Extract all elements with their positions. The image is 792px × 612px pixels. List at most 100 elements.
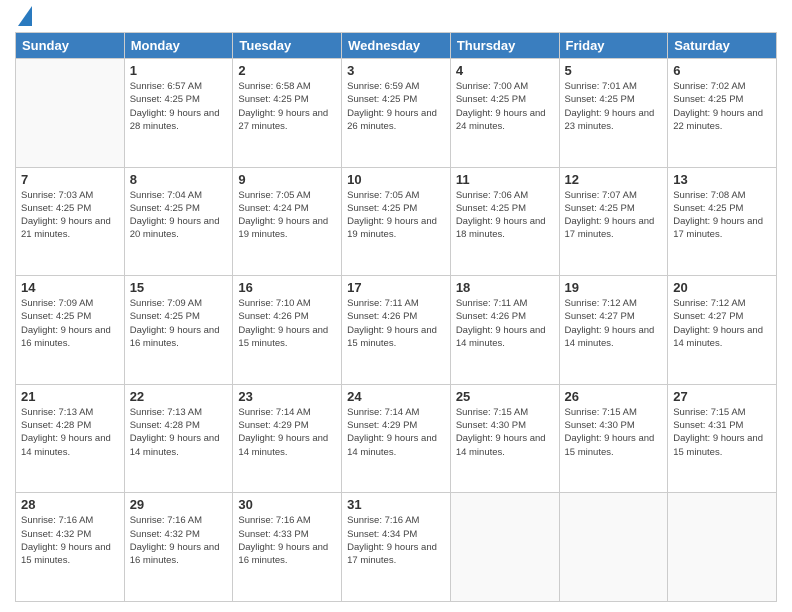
day-number: 27: [673, 389, 771, 404]
calendar-cell: 30Sunrise: 7:16 AMSunset: 4:33 PMDayligh…: [233, 493, 342, 602]
day-info: Sunrise: 7:00 AMSunset: 4:25 PMDaylight:…: [456, 80, 554, 133]
day-number: 15: [130, 280, 228, 295]
day-number: 14: [21, 280, 119, 295]
day-number: 11: [456, 172, 554, 187]
calendar-cell: 13 Sunrise: 7:08 AMSunset: 4:25 PMDayligh…: [668, 167, 777, 276]
day-info: Sunrise: 7:01 AMSunset: 4:25 PMDaylight:…: [565, 80, 663, 133]
day-info: Sunrise: 7:11 AMSunset: 4:26 PMDaylight:…: [347, 297, 445, 350]
day-number: 7: [21, 172, 119, 187]
day-info: Sunrise: 7:08 AMSunset: 4:25 PMDaylight:…: [673, 189, 771, 242]
calendar-cell: 23 Sunrise: 7:14 AMSunset: 4:29 PMDayligh…: [233, 384, 342, 493]
day-number: 18: [456, 280, 554, 295]
calendar-cell: 18 Sunrise: 7:11 AMSunset: 4:26 PMDayligh…: [450, 276, 559, 385]
calendar-cell: 6 Sunrise: 7:02 AMSunset: 4:25 PMDaylight…: [668, 59, 777, 168]
day-number: 24: [347, 389, 445, 404]
day-number: 4: [456, 63, 554, 78]
day-number: 1: [130, 63, 228, 78]
day-info: Sunrise: 7:05 AMSunset: 4:24 PMDaylight:…: [238, 189, 336, 242]
day-info: Sunrise: 6:57 AMSunset: 4:25 PMDaylight:…: [130, 80, 228, 133]
calendar-cell: 20 Sunrise: 7:12 AMSunset: 4:27 PMDayligh…: [668, 276, 777, 385]
calendar-cell: 5Sunrise: 7:01 AMSunset: 4:25 PMDaylight…: [559, 59, 668, 168]
calendar-cell: 11Sunrise: 7:06 AMSunset: 4:25 PMDayligh…: [450, 167, 559, 276]
day-info: Sunrise: 7:09 AMSunset: 4:25 PMDaylight:…: [21, 297, 119, 350]
day-number: 28: [21, 497, 119, 512]
day-info: Sunrise: 7:12 AMSunset: 4:27 PMDaylight:…: [673, 297, 771, 350]
day-info: Sunrise: 7:04 AMSunset: 4:25 PMDaylight:…: [130, 189, 228, 242]
calendar-cell: [450, 493, 559, 602]
day-number: 29: [130, 497, 228, 512]
calendar-cell: 31 Sunrise: 7:16 AMSunset: 4:34 PMDayligh…: [342, 493, 451, 602]
calendar-cell: 7 Sunrise: 7:03 AMSunset: 4:25 PMDaylight…: [16, 167, 125, 276]
day-info: Sunrise: 7:14 AMSunset: 4:29 PMDaylight:…: [238, 406, 336, 459]
weekday-header-sunday: Sunday: [16, 33, 125, 59]
day-info: Sunrise: 7:15 AMSunset: 4:30 PMDaylight:…: [565, 406, 663, 459]
day-info: Sunrise: 7:05 AMSunset: 4:25 PMDaylight:…: [347, 189, 445, 242]
calendar-cell: 10 Sunrise: 7:05 AMSunset: 4:25 PMDayligh…: [342, 167, 451, 276]
day-info: Sunrise: 7:03 AMSunset: 4:25 PMDaylight:…: [21, 189, 119, 242]
calendar-cell: 2 Sunrise: 6:58 AMSunset: 4:25 PMDaylight…: [233, 59, 342, 168]
weekday-header-thursday: Thursday: [450, 33, 559, 59]
day-number: 13: [673, 172, 771, 187]
day-info: Sunrise: 7:10 AMSunset: 4:26 PMDaylight:…: [238, 297, 336, 350]
calendar-cell: 3 Sunrise: 6:59 AMSunset: 4:25 PMDaylight…: [342, 59, 451, 168]
day-info: Sunrise: 7:16 AMSunset: 4:32 PMDaylight:…: [21, 514, 119, 567]
weekday-header-tuesday: Tuesday: [233, 33, 342, 59]
calendar-cell: 19 Sunrise: 7:12 AMSunset: 4:27 PMDayligh…: [559, 276, 668, 385]
day-info: Sunrise: 7:02 AMSunset: 4:25 PMDaylight:…: [673, 80, 771, 133]
calendar-cell: 26Sunrise: 7:15 AMSunset: 4:30 PMDayligh…: [559, 384, 668, 493]
day-info: Sunrise: 7:07 AMSunset: 4:25 PMDaylight:…: [565, 189, 663, 242]
calendar-cell: 29Sunrise: 7:16 AMSunset: 4:32 PMDayligh…: [124, 493, 233, 602]
calendar-cell: 22Sunrise: 7:13 AMSunset: 4:28 PMDayligh…: [124, 384, 233, 493]
day-number: 12: [565, 172, 663, 187]
day-number: 30: [238, 497, 336, 512]
weekday-header-saturday: Saturday: [668, 33, 777, 59]
day-info: Sunrise: 6:59 AMSunset: 4:25 PMDaylight:…: [347, 80, 445, 133]
weekday-header-friday: Friday: [559, 33, 668, 59]
calendar-cell: 14 Sunrise: 7:09 AMSunset: 4:25 PMDayligh…: [16, 276, 125, 385]
day-number: 31: [347, 497, 445, 512]
calendar-cell: 28 Sunrise: 7:16 AMSunset: 4:32 PMDayligh…: [16, 493, 125, 602]
calendar-cell: 15 Sunrise: 7:09 AMSunset: 4:25 PMDayligh…: [124, 276, 233, 385]
calendar-cell: 24Sunrise: 7:14 AMSunset: 4:29 PMDayligh…: [342, 384, 451, 493]
day-number: 10: [347, 172, 445, 187]
logo: [15, 10, 32, 26]
day-number: 19: [565, 280, 663, 295]
day-number: 20: [673, 280, 771, 295]
day-number: 16: [238, 280, 336, 295]
day-number: 9: [238, 172, 336, 187]
calendar-cell: 21 Sunrise: 7:13 AMSunset: 4:28 PMDayligh…: [16, 384, 125, 493]
calendar-cell: 8 Sunrise: 7:04 AMSunset: 4:25 PMDaylight…: [124, 167, 233, 276]
day-number: 2: [238, 63, 336, 78]
day-info: Sunrise: 7:15 AMSunset: 4:30 PMDaylight:…: [456, 406, 554, 459]
calendar-week-row: 28 Sunrise: 7:16 AMSunset: 4:32 PMDayligh…: [16, 493, 777, 602]
header: [15, 10, 777, 26]
calendar-table: SundayMondayTuesdayWednesdayThursdayFrid…: [15, 32, 777, 602]
page: SundayMondayTuesdayWednesdayThursdayFrid…: [0, 0, 792, 612]
day-number: 8: [130, 172, 228, 187]
calendar-cell: 27 Sunrise: 7:15 AMSunset: 4:31 PMDayligh…: [668, 384, 777, 493]
calendar-cell: [668, 493, 777, 602]
day-info: Sunrise: 7:12 AMSunset: 4:27 PMDaylight:…: [565, 297, 663, 350]
calendar-cell: 1 Sunrise: 6:57 AMSunset: 4:25 PMDaylight…: [124, 59, 233, 168]
day-info: Sunrise: 7:16 AMSunset: 4:34 PMDaylight:…: [347, 514, 445, 567]
day-info: Sunrise: 7:11 AMSunset: 4:26 PMDaylight:…: [456, 297, 554, 350]
calendar-week-row: 1 Sunrise: 6:57 AMSunset: 4:25 PMDaylight…: [16, 59, 777, 168]
day-info: Sunrise: 7:15 AMSunset: 4:31 PMDaylight:…: [673, 406, 771, 459]
calendar-week-row: 14 Sunrise: 7:09 AMSunset: 4:25 PMDayligh…: [16, 276, 777, 385]
day-number: 6: [673, 63, 771, 78]
calendar-cell: 16 Sunrise: 7:10 AMSunset: 4:26 PMDayligh…: [233, 276, 342, 385]
day-number: 3: [347, 63, 445, 78]
calendar-cell: 17Sunrise: 7:11 AMSunset: 4:26 PMDayligh…: [342, 276, 451, 385]
day-number: 23: [238, 389, 336, 404]
day-number: 22: [130, 389, 228, 404]
calendar-cell: 12 Sunrise: 7:07 AMSunset: 4:25 PMDayligh…: [559, 167, 668, 276]
day-info: Sunrise: 7:09 AMSunset: 4:25 PMDaylight:…: [130, 297, 228, 350]
day-number: 21: [21, 389, 119, 404]
calendar-cell: [559, 493, 668, 602]
logo-text: [15, 10, 32, 26]
day-info: Sunrise: 6:58 AMSunset: 4:25 PMDaylight:…: [238, 80, 336, 133]
calendar-cell: 4 Sunrise: 7:00 AMSunset: 4:25 PMDaylight…: [450, 59, 559, 168]
calendar-cell: 25Sunrise: 7:15 AMSunset: 4:30 PMDayligh…: [450, 384, 559, 493]
day-info: Sunrise: 7:13 AMSunset: 4:28 PMDaylight:…: [21, 406, 119, 459]
logo-triangle-icon: [18, 6, 32, 26]
